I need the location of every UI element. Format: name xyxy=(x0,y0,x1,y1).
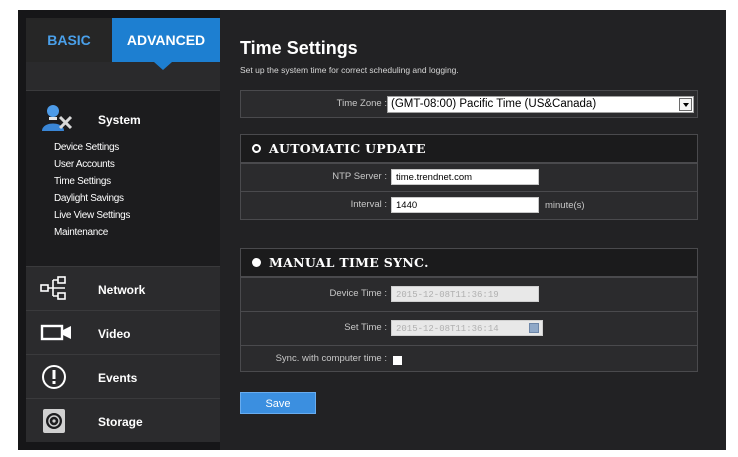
sidebar-label-network: Network xyxy=(98,283,146,297)
interval-input[interactable]: 1440 xyxy=(391,197,539,213)
sidebar-item-live-view-settings[interactable]: Live View Settings xyxy=(54,207,214,224)
ntp-server-label: NTP Server : xyxy=(332,171,387,182)
sidebar-item-user-accounts[interactable]: User Accounts xyxy=(54,156,214,173)
tabs-strip xyxy=(26,62,220,92)
sidebar-section-video[interactable]: Video xyxy=(26,310,220,354)
manual-sync-section: MANUAL TIME SYNC. Device Time : 2015-12-… xyxy=(240,248,698,372)
device-time-row: Device Time : 2015-12-08T11:36:19 xyxy=(241,277,697,311)
sync-computer-row: Sync. with computer time : xyxy=(241,345,697,373)
storage-disk-icon xyxy=(40,407,70,440)
sidebar-item-daylight-savings[interactable]: Daylight Savings xyxy=(54,190,214,207)
sidebar-label-events: Events xyxy=(98,371,138,385)
mode-tabs: BASIC ADVANCED xyxy=(26,18,220,62)
sidebar-label-video: Video xyxy=(98,327,131,341)
app-frame: BASIC ADVANCED System Device Settings Us… xyxy=(18,10,726,450)
automatic-update-radio[interactable] xyxy=(252,144,261,153)
sync-computer-checkbox[interactable] xyxy=(393,356,402,365)
sidebar-label-system: System xyxy=(98,113,141,127)
sidebar-section-storage[interactable]: Storage xyxy=(26,398,220,442)
tab-advanced[interactable]: ADVANCED xyxy=(112,18,220,62)
sidebar-item-device-settings[interactable]: Device Settings xyxy=(54,139,214,156)
sync-computer-label: Sync. with computer time : xyxy=(275,353,387,364)
main-panel: Time Settings Set up the system time for… xyxy=(220,10,726,450)
time-zone-select[interactable]: (GMT-08:00) Pacific Time (US&Canada) xyxy=(387,96,694,113)
manual-sync-radio[interactable] xyxy=(252,258,261,267)
sidebar: BASIC ADVANCED System Device Settings Us… xyxy=(18,10,220,450)
time-zone-value: (GMT-08:00) Pacific Time (US&Canada) xyxy=(391,98,597,110)
alert-icon xyxy=(40,363,70,396)
set-time-row: Set Time : 2015-12-08T11:36:14 xyxy=(241,311,697,345)
system-submenu: Device Settings User Accounts Time Setti… xyxy=(54,139,214,241)
sidebar-section-events[interactable]: Events xyxy=(26,354,220,398)
calendar-icon[interactable] xyxy=(529,323,539,333)
save-button[interactable]: Save xyxy=(240,392,316,414)
time-zone-row: Time Zone : (GMT-08:00) Pacific Time (US… xyxy=(240,90,698,118)
automatic-update-section: AUTOMATIC UPDATE NTP Server : time.trend… xyxy=(240,134,698,220)
sidebar-item-time-settings[interactable]: Time Settings xyxy=(54,173,214,190)
chevron-down-icon[interactable] xyxy=(679,98,692,111)
automatic-update-header: AUTOMATIC UPDATE xyxy=(241,135,697,163)
sidebar-section-system[interactable]: System Device Settings User Accounts Tim… xyxy=(26,90,220,266)
interval-unit: minute(s) xyxy=(545,200,585,211)
set-time-value: 2015-12-08T11:36:14 xyxy=(396,324,499,334)
device-time-field: 2015-12-08T11:36:19 xyxy=(391,286,539,302)
active-tab-pointer xyxy=(154,62,172,70)
set-time-input[interactable]: 2015-12-08T11:36:14 xyxy=(391,320,543,336)
interval-label: Interval : xyxy=(350,199,387,210)
time-zone-label: Time Zone : xyxy=(336,98,387,109)
ntp-server-input[interactable]: time.trendnet.com xyxy=(391,169,539,185)
automatic-update-title: AUTOMATIC UPDATE xyxy=(269,141,426,156)
interval-row: Interval : 1440 minute(s) xyxy=(241,191,697,219)
system-admin-icon xyxy=(40,103,74,138)
sidebar-section-network[interactable]: Network xyxy=(26,266,220,310)
device-time-label: Device Time : xyxy=(329,288,387,299)
manual-sync-title: MANUAL TIME SYNC. xyxy=(269,255,429,270)
page-title: Time Settings xyxy=(240,38,358,58)
sidebar-label-storage: Storage xyxy=(98,415,143,429)
ntp-server-row: NTP Server : time.trendnet.com xyxy=(241,163,697,191)
sidebar-item-maintenance[interactable]: Maintenance xyxy=(54,224,214,241)
manual-sync-header: MANUAL TIME SYNC. xyxy=(241,249,697,277)
set-time-label: Set Time : xyxy=(344,322,387,333)
tab-basic[interactable]: BASIC xyxy=(26,18,112,62)
video-camera-icon xyxy=(40,319,74,350)
page-description: Set up the system time for correct sched… xyxy=(240,65,459,75)
network-icon xyxy=(40,275,72,306)
